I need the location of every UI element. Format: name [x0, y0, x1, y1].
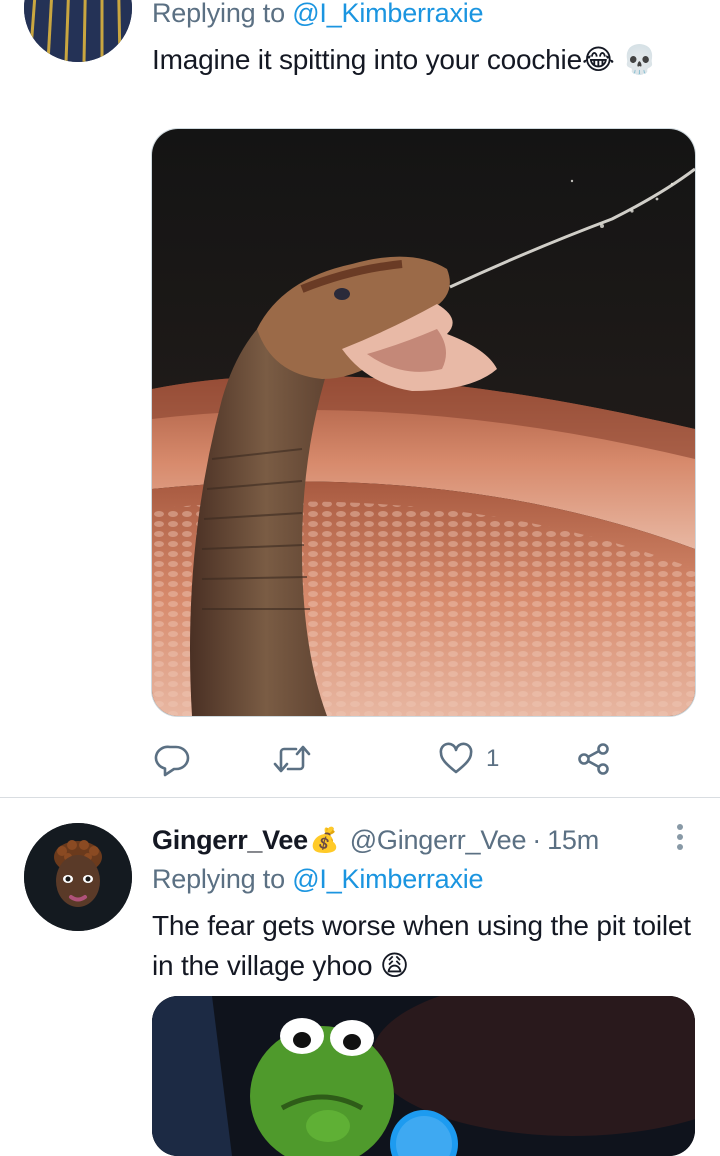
memoji-avatar-image: [24, 823, 132, 931]
avatar[interactable]: [24, 0, 132, 62]
tweet-text: Imagine it spitting into your coochie😂 💀: [152, 44, 657, 75]
more-vertical-icon: [677, 824, 683, 850]
replying-to-label: Replying to: [152, 0, 285, 28]
like-count: 1: [486, 745, 500, 772]
display-name[interactable]: Gingerr_Vee: [152, 825, 308, 856]
reply-button[interactable]: [154, 738, 192, 780]
share-button[interactable]: [576, 738, 612, 780]
tweet-media-image[interactable]: [152, 129, 695, 716]
replying-to-handle-link[interactable]: @I_Kimberraxie: [292, 0, 483, 28]
tweet-media-image[interactable]: [152, 996, 695, 1156]
reply-icon: [154, 745, 190, 777]
retweet-button[interactable]: [272, 738, 312, 780]
tweet-header: Gingerr_Vee 💰 @Gingerr_Vee · 15m: [152, 820, 599, 860]
separator-dot: ·: [532, 824, 542, 855]
replying-to-handle-link[interactable]: @I_Kimberraxie: [292, 864, 483, 894]
like-button[interactable]: 1: [438, 738, 499, 780]
name-emoji: 💰: [309, 826, 340, 854]
replying-to: Replying to @I_Kimberraxie: [152, 864, 484, 895]
heart-icon: [439, 742, 473, 774]
avatar-image: [24, 0, 132, 62]
avatar[interactable]: [24, 823, 132, 931]
retweet-icon: [273, 745, 311, 773]
user-handle[interactable]: @Gingerr_Vee: [350, 825, 527, 856]
tweet-divider: [0, 797, 720, 798]
replying-to: Replying to @I_Kimberraxie: [152, 0, 484, 29]
replying-to-label: Replying to: [152, 864, 285, 894]
tweet-actions: 1: [152, 738, 622, 780]
tweet-time[interactable]: 15m: [547, 825, 599, 856]
kermit-photo: [152, 996, 695, 1156]
more-options-button[interactable]: [664, 822, 696, 854]
share-icon: [578, 743, 609, 775]
tweet-text: The fear gets worse when using the pit t…: [152, 910, 691, 981]
snake-photo: [152, 129, 695, 716]
